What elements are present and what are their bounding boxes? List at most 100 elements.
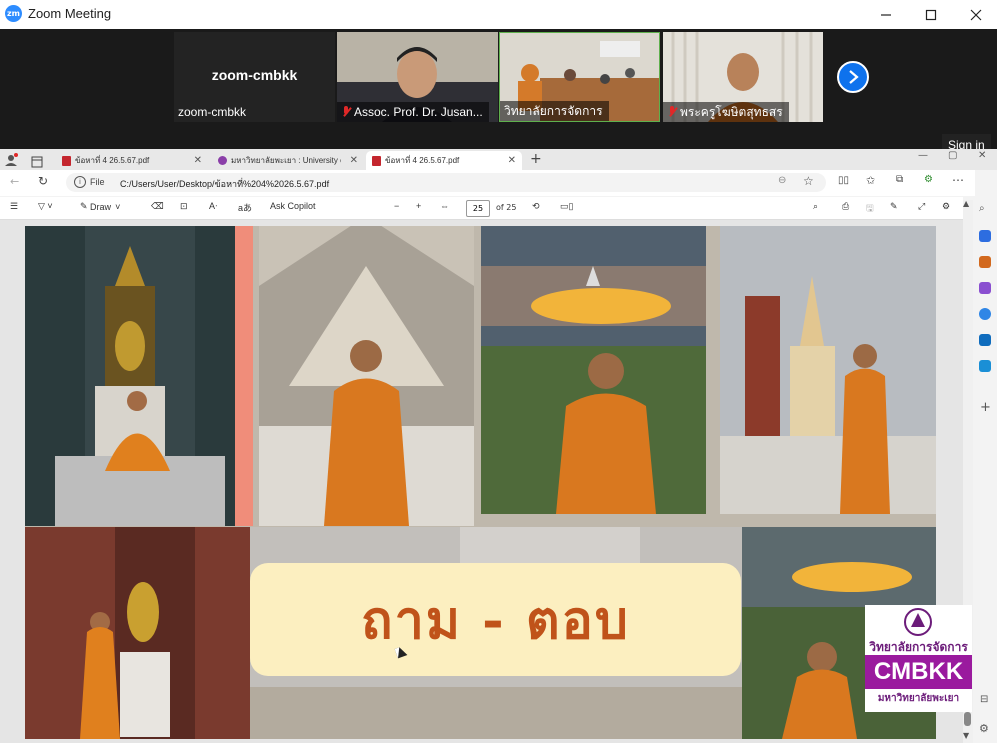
tab-university[interactable]: มหาวิทยาลัยพะเยา : University of Ph ✕ [212, 151, 364, 170]
page-view-button[interactable]: ▭▯ [560, 201, 573, 212]
muted-mic-icon [667, 106, 677, 118]
sidebar-screenshot-icon[interactable]: ⊟ [980, 694, 988, 705]
participant-name-center: zoom-cmbkk [211, 67, 298, 83]
sidebar-search-icon[interactable]: ⌕ [979, 203, 985, 214]
close-icon [970, 9, 982, 20]
pen-icon: ✎ [80, 201, 91, 211]
participant-tile[interactable]: Assoc. Prof. Dr. Jusan... [337, 32, 498, 122]
participant-label: zoom-cmbkk [174, 102, 252, 122]
close-button[interactable] [953, 0, 997, 29]
tab-title: ข้อหาที่ 4 26.5.67.pdf [75, 156, 150, 165]
zoom-out-button[interactable]: − [394, 201, 399, 211]
participant-label: วิทยาลัยการจัดการ [500, 101, 609, 121]
minus-icon: − [394, 201, 400, 211]
zoom-titlebar [0, 0, 997, 29]
scroll-down-icon[interactable]: ▼ [963, 731, 969, 740]
split-screen-icon[interactable]: ▯▯ [838, 175, 849, 186]
info-icon[interactable]: i [74, 176, 86, 188]
print-icon: ⎙ [842, 201, 850, 211]
draw-button[interactable]: ✎ Draw ˅ [80, 201, 120, 212]
edge-minimize-button[interactable]: — [918, 150, 928, 161]
tab-title: ข้อหาที่ 4 26.5.67.pdf [385, 156, 460, 165]
logo-brand: CMBKK [865, 655, 972, 689]
translate-icon: aあ [238, 203, 253, 213]
tab-actions-button[interactable] [31, 153, 43, 168]
page-number-input[interactable]: 25 [466, 200, 490, 217]
collections-icon[interactable]: ⧉ [896, 174, 903, 185]
fullscreen-button[interactable]: ⤢ [918, 201, 925, 212]
refresh-button[interactable]: ↻ [38, 174, 48, 188]
favorite-star-icon[interactable]: ☆ [803, 174, 814, 188]
scrollbar-thumb[interactable] [964, 712, 971, 726]
highlight-button[interactable]: ▽ ˅ [38, 201, 53, 212]
tab-close-icon[interactable]: ✕ [350, 155, 358, 166]
text-button[interactable]: ⊡ [180, 201, 188, 212]
participant-label: Assoc. Prof. Dr. Jusan... [337, 102, 489, 122]
more-menu-icon[interactable]: ⋯ [952, 173, 964, 187]
tab-title: มหาวิทยาลัยพะเยา : University of Ph [231, 156, 341, 165]
tab-actions-icon [31, 156, 43, 168]
participant-label: พระครูโฆษิตสุทธสร [663, 102, 789, 122]
find-button[interactable]: ⌕ [813, 201, 818, 212]
rotate-button[interactable]: ⟲ [532, 201, 540, 212]
read-aloud-button[interactable]: Aᐧ [209, 201, 217, 212]
highlighter-icon: ▽ ˅ [38, 201, 53, 211]
tab-pdf-active[interactable]: ข้อหาที่ 4 26.5.67.pdf ✕ [366, 151, 522, 170]
zoom-logo-icon: zm [5, 5, 22, 22]
erase-button[interactable]: ⌫ [151, 201, 164, 212]
edge-close-button[interactable]: ✕ [978, 150, 986, 161]
page-count: of 25 [496, 203, 517, 212]
sidebar-games-icon[interactable] [979, 282, 991, 294]
back-button[interactable]: ← [10, 175, 19, 188]
pdf-settings-button[interactable]: ⚙ [942, 201, 950, 212]
save-button[interactable]: 🖫 [866, 201, 874, 217]
draw-label: Draw [90, 201, 112, 212]
sidebar-office-icon[interactable] [979, 308, 991, 320]
scroll-up-icon[interactable]: ▲ [963, 199, 969, 208]
new-tab-button[interactable]: + [530, 151, 542, 167]
extensions-icon[interactable]: ⚙ [924, 174, 933, 185]
participant-tile[interactable]: zoom-cmbkk zoom-cmbkk [174, 32, 335, 122]
pdf-icon [372, 155, 381, 166]
maximize-button[interactable] [908, 0, 954, 29]
refresh-icon: ↻ [38, 174, 49, 188]
fit-icon: ⇔ [440, 201, 449, 211]
chevron-right-icon [849, 70, 859, 84]
fit-page-button[interactable]: ⇔ [440, 201, 449, 211]
textbox-icon: ⊡ [180, 201, 188, 211]
sidebar-shopping-icon[interactable] [979, 230, 991, 242]
university-icon [218, 156, 227, 165]
maximize-icon [925, 9, 937, 20]
participant-name: พระครูโฆษิตสุทธสร [680, 105, 783, 119]
ask-copilot-button[interactable]: Ask Copilot [270, 201, 316, 211]
minimize-icon [881, 13, 891, 16]
zoom-icon[interactable]: ⊖ [778, 175, 786, 186]
participant-tile[interactable]: พระครูโฆษิตสุทธสร [663, 32, 823, 122]
sidebar-outlook-icon[interactable] [979, 334, 991, 346]
sidebar-settings-icon[interactable]: ⚙ [979, 722, 989, 735]
qa-banner: ถาม - ตอบ [250, 563, 741, 676]
translate-button[interactable]: aあ [238, 201, 252, 214]
favorites-icon[interactable]: ✩ [866, 174, 875, 187]
participant-name: Assoc. Prof. Dr. Jusan... [354, 105, 483, 119]
tab-pdf-1[interactable]: ข้อหาที่ 4 26.5.67.pdf ✕ [56, 151, 208, 170]
participant-tile-active[interactable]: วิทยาลัยการจัดการ [499, 32, 660, 122]
save-as-button[interactable]: ✎ [890, 201, 898, 212]
sidebar-send-icon[interactable] [979, 360, 991, 372]
sidebar-add-icon[interactable]: + [980, 400, 991, 415]
photo-monk-red-tower [720, 226, 936, 514]
profile-icon [5, 153, 18, 166]
edge-maximize-button[interactable]: ▢ [948, 150, 957, 161]
zoom-in-button[interactable]: + [416, 201, 421, 211]
profile-avatar[interactable] [4, 152, 18, 166]
photo-monk-meditating [25, 226, 253, 526]
minimize-button[interactable] [863, 0, 909, 29]
sidebar-tools-icon[interactable] [979, 256, 991, 268]
print-button[interactable]: ⎙ [842, 201, 849, 212]
tab-close-icon[interactable]: ✕ [508, 155, 516, 166]
next-page-button[interactable] [837, 61, 869, 93]
save-as-icon: ✎ [890, 201, 898, 211]
tab-close-icon[interactable]: ✕ [194, 155, 202, 166]
cmbkk-logo: วิทยาลัยการจัดการ CMBKK มหาวิทยาลัยพะเยา [865, 605, 972, 712]
contents-button[interactable]: ☰ [10, 201, 18, 212]
